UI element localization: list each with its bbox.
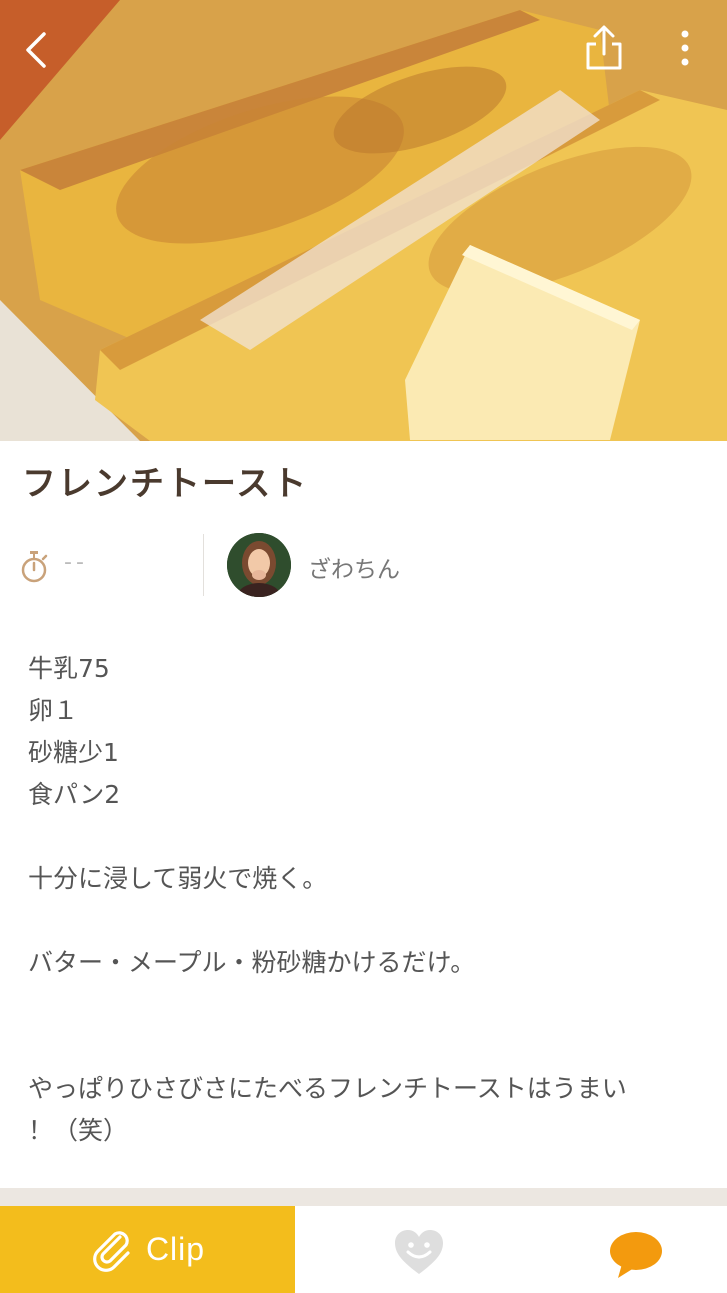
more-vertical-icon: [681, 30, 689, 66]
paperclip-icon: [93, 1230, 130, 1272]
heart-smile-icon: [395, 1230, 443, 1274]
recipe-description: 牛乳75 卵１ 砂糖少1 食パン2 十分に浸して弱火で焼く。 バター・メープル・…: [28, 654, 627, 1145]
recipe-meta-row: -- ざわちん: [0, 530, 727, 598]
comment-button[interactable]: [608, 1230, 664, 1280]
timer-icon: [21, 551, 48, 583]
author-avatar[interactable]: [227, 533, 291, 597]
avatar-portrait: [227, 533, 291, 597]
recipe-photo: [0, 0, 727, 441]
bottom-action-bar: Clip: [0, 1206, 727, 1293]
author-name[interactable]: ざわちん: [308, 550, 400, 584]
cooking-time: --: [64, 550, 88, 575]
clip-label: Clip: [145, 1231, 206, 1267]
like-button[interactable]: [393, 1228, 445, 1276]
chevron-left-icon: [26, 32, 46, 68]
section-separator: [0, 1188, 727, 1206]
recipe-title: フレンチトースト: [22, 464, 309, 504]
clip-button[interactable]: Clip: [0, 1206, 295, 1293]
share-button[interactable]: [584, 24, 632, 76]
speech-bubble-icon: [610, 1232, 662, 1278]
more-options-button[interactable]: [680, 28, 712, 76]
share-icon: [586, 25, 622, 70]
back-button[interactable]: [22, 30, 66, 74]
meta-divider: [203, 534, 204, 596]
